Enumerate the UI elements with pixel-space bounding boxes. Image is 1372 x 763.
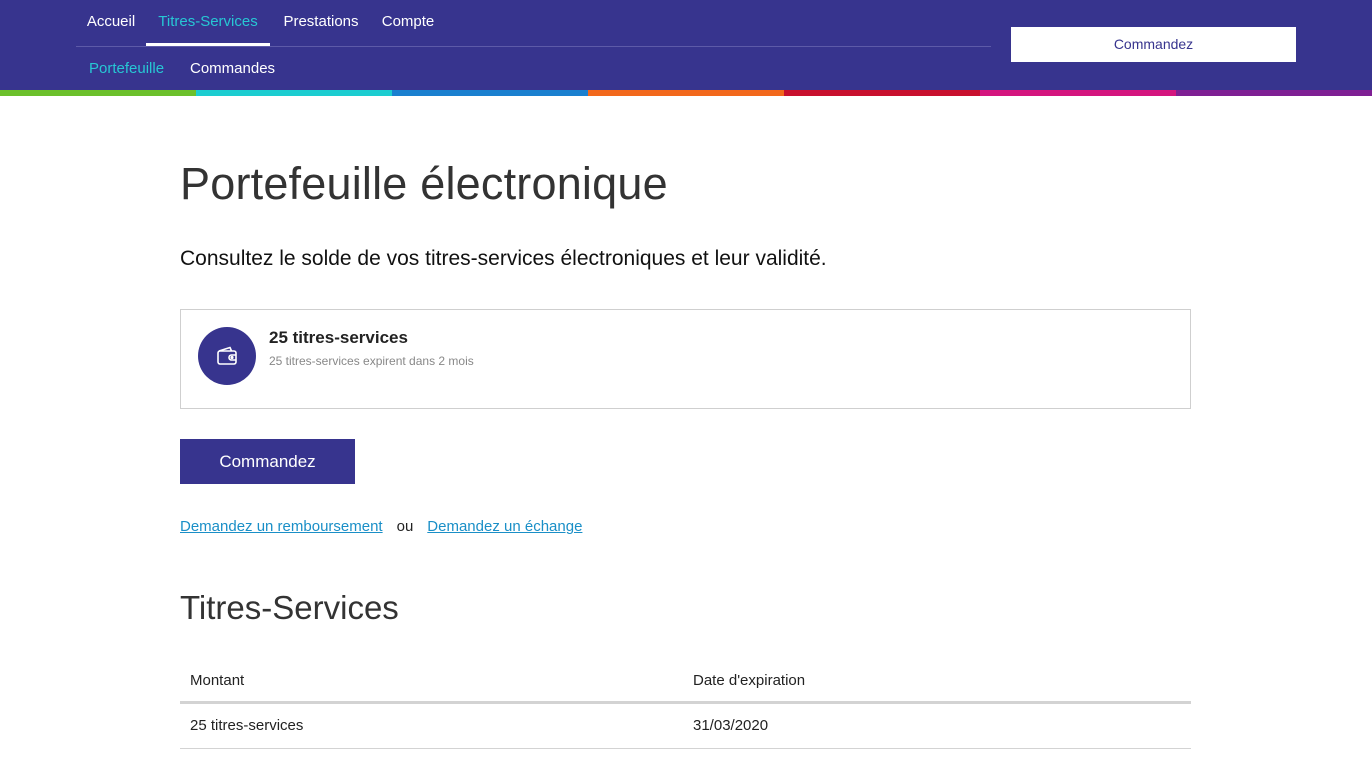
links-separator: ou xyxy=(396,518,414,535)
cell-expiry-date: 31/03/2020 xyxy=(693,717,769,734)
subnav-portefeuille[interactable]: Portefeuille xyxy=(89,57,164,81)
nav-titres-services[interactable]: Titres-Services xyxy=(146,0,270,46)
stripe-orange xyxy=(588,90,784,96)
page-subtitle: Consultez le solde de vos titres-service… xyxy=(180,247,827,270)
stripe-red xyxy=(784,90,980,96)
column-header-expiry: Date d'expiration xyxy=(693,672,806,689)
stripe-green xyxy=(0,90,196,96)
balance-expiry-note: 25 titres-services expirent dans 2 mois xyxy=(269,354,474,368)
action-links: Demandez un remboursement ou Demandez un é… xyxy=(180,516,582,538)
balance-title: 25 titres-services xyxy=(269,328,408,347)
header-order-button[interactable]: Commandez xyxy=(1011,27,1296,62)
page-title: Portefeuille électronique xyxy=(180,158,668,209)
stripe-purple xyxy=(1176,90,1372,96)
order-button[interactable]: Commandez xyxy=(180,439,355,484)
balance-card: 25 titres-services 25 titres-services ex… xyxy=(180,309,1191,409)
wallet-icon xyxy=(198,327,256,385)
column-header-amount: Montant xyxy=(190,672,245,689)
top-header: Accueil Titres-Services Prestations Comp… xyxy=(0,0,1372,90)
stripe-magenta xyxy=(980,90,1176,96)
refund-link[interactable]: Demandez un remboursement xyxy=(180,518,383,535)
table-row: 25 titres-services 31/03/2020 xyxy=(180,704,1191,749)
table-header-row: Montant Date d'expiration xyxy=(180,665,1191,704)
vouchers-table: Montant Date d'expiration 25 titres-serv… xyxy=(180,665,1191,749)
brand-color-stripe xyxy=(0,90,1372,96)
stripe-cyan xyxy=(196,90,392,96)
cell-amount: 25 titres-services xyxy=(190,717,304,734)
nav-prestations[interactable]: Prestations xyxy=(274,0,368,46)
stripe-blue xyxy=(392,90,588,96)
exchange-link[interactable]: Demandez un échange xyxy=(427,518,582,535)
section-title: Titres-Services xyxy=(180,589,399,626)
nav-compte[interactable]: Compte xyxy=(372,0,444,46)
main-navigation: Accueil Titres-Services Prestations Comp… xyxy=(76,0,991,47)
nav-accueil[interactable]: Accueil xyxy=(76,0,146,46)
subnav-commandes[interactable]: Commandes xyxy=(190,57,275,81)
